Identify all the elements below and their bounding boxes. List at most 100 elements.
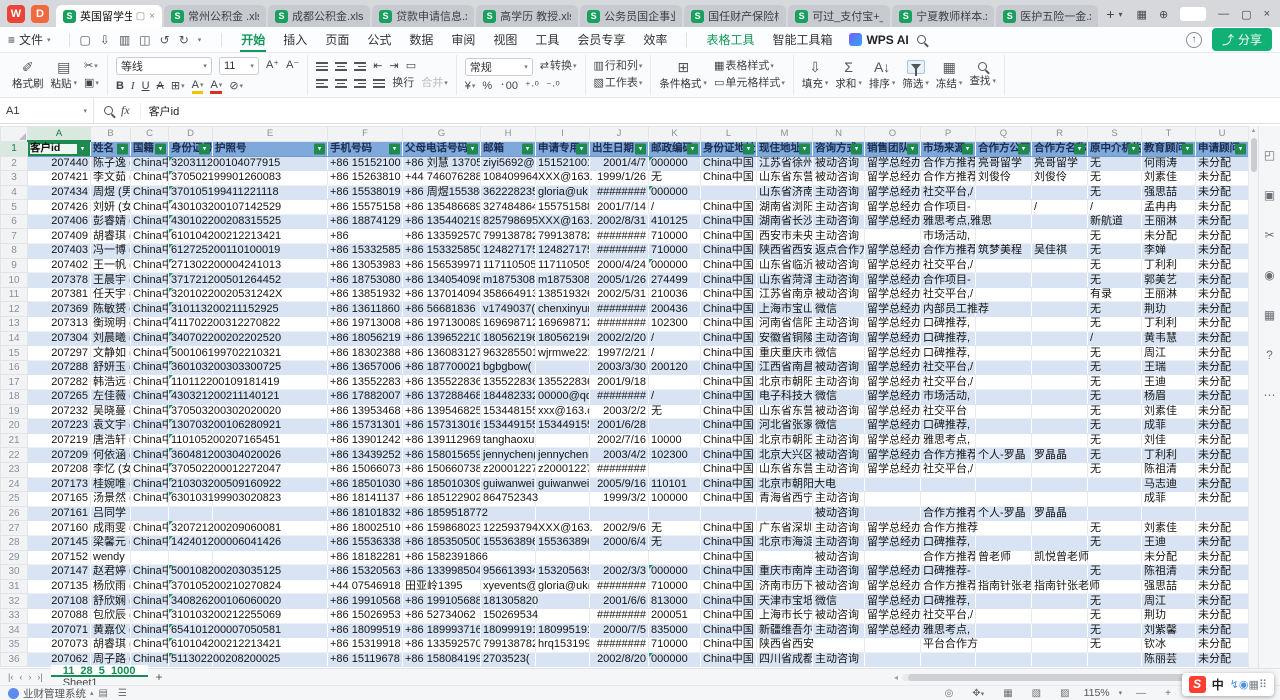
cell[interactable]: 135522836 bbox=[481, 375, 536, 390]
cell[interactable]: 杨眉 bbox=[1142, 390, 1196, 405]
number-format-select[interactable]: 常规▾ bbox=[465, 58, 533, 76]
menu-tab-2[interactable]: 插入 bbox=[274, 30, 316, 50]
cell[interactable]: China中国 bbox=[701, 579, 757, 594]
cell[interactable]: 430321200211140121 bbox=[169, 390, 213, 405]
row-header[interactable]: 11 bbox=[1, 287, 28, 302]
cell[interactable]: 864752343 bbox=[481, 492, 536, 507]
cell[interactable]: 山东省菏泽 bbox=[757, 273, 813, 288]
column-header-T[interactable]: T bbox=[1142, 127, 1196, 142]
cell[interactable]: +86 15332585 bbox=[328, 244, 403, 259]
row-header[interactable]: 21 bbox=[1, 433, 28, 448]
cell[interactable]: ######## bbox=[590, 638, 649, 653]
cell[interactable] bbox=[536, 652, 590, 667]
cell[interactable] bbox=[976, 360, 1032, 375]
cell[interactable] bbox=[1032, 229, 1088, 244]
column-header-C[interactable]: C bbox=[131, 127, 169, 142]
cell[interactable]: 500106199702210321 bbox=[169, 346, 213, 361]
header-cell-P[interactable]: 市场来源▾ bbox=[921, 141, 976, 156]
context-tab-2[interactable]: 智能工具箱 bbox=[763, 30, 841, 50]
cell[interactable]: 153449155 bbox=[536, 419, 590, 434]
cell[interactable]: 平台合作方 bbox=[921, 638, 976, 653]
cell[interactable]: 102300 bbox=[649, 448, 701, 463]
cell[interactable]: 北京市朝阳 bbox=[757, 375, 813, 390]
wps-docs-icon[interactable]: D bbox=[31, 5, 49, 23]
row-header[interactable]: 2 bbox=[1, 156, 28, 171]
split-view-icon[interactable]: ▢ bbox=[136, 11, 145, 22]
cell[interactable]: ######## bbox=[590, 579, 649, 594]
cell[interactable]: 曾老师 bbox=[976, 550, 1032, 565]
cell[interactable]: 654101200007050581 bbox=[169, 623, 213, 638]
cell[interactable]: 2000/6/4 bbox=[590, 535, 649, 550]
filter-button[interactable]: ▾ bbox=[522, 143, 533, 154]
cell[interactable]: +86 1971300890 bbox=[403, 317, 481, 332]
row-header[interactable]: 34 bbox=[1, 623, 28, 638]
cell[interactable] bbox=[1032, 462, 1088, 477]
strikethrough-button[interactable]: A bbox=[157, 80, 164, 93]
minimize-button[interactable]: — bbox=[1218, 8, 1229, 20]
cell[interactable]: 无 bbox=[649, 171, 701, 186]
filter-button[interactable]: ▾ bbox=[155, 143, 166, 154]
header-cell-T[interactable]: 教育顾问▾ bbox=[1142, 141, 1196, 156]
cell[interactable] bbox=[976, 404, 1032, 419]
filter-button[interactable]: ▾ bbox=[199, 143, 210, 154]
cell[interactable]: 何依涵 (女 bbox=[91, 448, 131, 463]
cell[interactable]: 主动咨询 bbox=[813, 652, 865, 667]
cell[interactable]: China中国 bbox=[701, 375, 757, 390]
cell[interactable]: 未分配 bbox=[1196, 565, 1249, 580]
cell[interactable] bbox=[976, 375, 1032, 390]
cell[interactable]: 207434 bbox=[28, 185, 91, 200]
cell[interactable]: guiwanwei bbox=[481, 477, 536, 492]
file-tab[interactable]: S可过_支付宝+_滴滴 bbox=[788, 5, 890, 27]
file-tab[interactable]: S公务员国企事业单 bbox=[580, 5, 682, 27]
cell[interactable]: 江西省南昌 bbox=[757, 360, 813, 375]
zoom-level[interactable]: 115% bbox=[1084, 687, 1110, 699]
filter-button-ribbon[interactable]: 筛选▾ bbox=[902, 60, 929, 91]
cell[interactable]: 799138782 bbox=[536, 229, 590, 244]
cell[interactable]: hrq153199 bbox=[536, 638, 590, 653]
column-header-G[interactable]: G bbox=[403, 127, 481, 142]
cell[interactable]: +86 18501030 bbox=[328, 477, 403, 492]
vertical-scroll-thumb[interactable] bbox=[1251, 138, 1257, 172]
cell[interactable]: 未分配 bbox=[1196, 273, 1249, 288]
mic-icon[interactable]: ◉ bbox=[1239, 679, 1249, 691]
cell[interactable] bbox=[976, 273, 1032, 288]
cell[interactable]: 813000 bbox=[649, 594, 701, 609]
sort-button[interactable]: A↓ 排序▾ bbox=[869, 60, 896, 91]
cell[interactable]: 社交平台 bbox=[921, 404, 976, 419]
cell[interactable]: 被动咨询 bbox=[813, 404, 865, 419]
cell[interactable]: 184482332 bbox=[481, 390, 536, 405]
rows-cols-button[interactable]: ▥ 行和列▾ bbox=[594, 60, 643, 73]
row-header[interactable]: 3 bbox=[1, 171, 28, 186]
row-header[interactable]: 35 bbox=[1, 638, 28, 653]
cell[interactable] bbox=[536, 492, 590, 507]
cell[interactable]: 未分配 bbox=[1196, 623, 1249, 638]
cell[interactable]: 天津市宝坻 bbox=[757, 594, 813, 609]
cell[interactable]: 无 bbox=[649, 535, 701, 550]
cell[interactable]: 310103200212255069 bbox=[169, 608, 213, 623]
cell[interactable]: China中国 bbox=[701, 200, 757, 215]
cell[interactable]: +86 13851932 bbox=[328, 287, 403, 302]
cell[interactable]: 社交平台,/ bbox=[921, 287, 976, 302]
cell[interactable]: 被动咨询 bbox=[813, 506, 865, 521]
cell[interactable] bbox=[1142, 506, 1196, 521]
cell[interactable]: +86 18056219 bbox=[328, 331, 403, 346]
cell[interactable] bbox=[649, 550, 701, 565]
cell[interactable]: China中国 bbox=[701, 404, 757, 419]
cell[interactable]: 未分配 bbox=[1196, 331, 1249, 346]
cell[interactable]: China中国 bbox=[131, 579, 169, 594]
cell[interactable]: China中国 bbox=[131, 171, 169, 186]
macro-icon[interactable]: ◎ bbox=[945, 688, 954, 699]
cell[interactable]: 周江 bbox=[1142, 346, 1196, 361]
cell[interactable]: 冯一博 (男 bbox=[91, 244, 131, 259]
ime-lang-indicator[interactable]: 中 bbox=[1212, 676, 1224, 693]
insert-function-icon[interactable]: fx bbox=[121, 103, 130, 118]
cell[interactable]: 主动咨询 bbox=[813, 565, 865, 580]
cell[interactable]: China中国 bbox=[701, 535, 757, 550]
justify-icon[interactable] bbox=[373, 79, 385, 88]
column-header-I[interactable]: I bbox=[536, 127, 590, 142]
cell[interactable] bbox=[865, 492, 921, 507]
cell[interactable] bbox=[1032, 287, 1088, 302]
cell[interactable]: 无 bbox=[1088, 346, 1142, 361]
filter-button[interactable]: ▾ bbox=[635, 143, 646, 154]
cell[interactable]: 合作项目- bbox=[921, 200, 976, 215]
